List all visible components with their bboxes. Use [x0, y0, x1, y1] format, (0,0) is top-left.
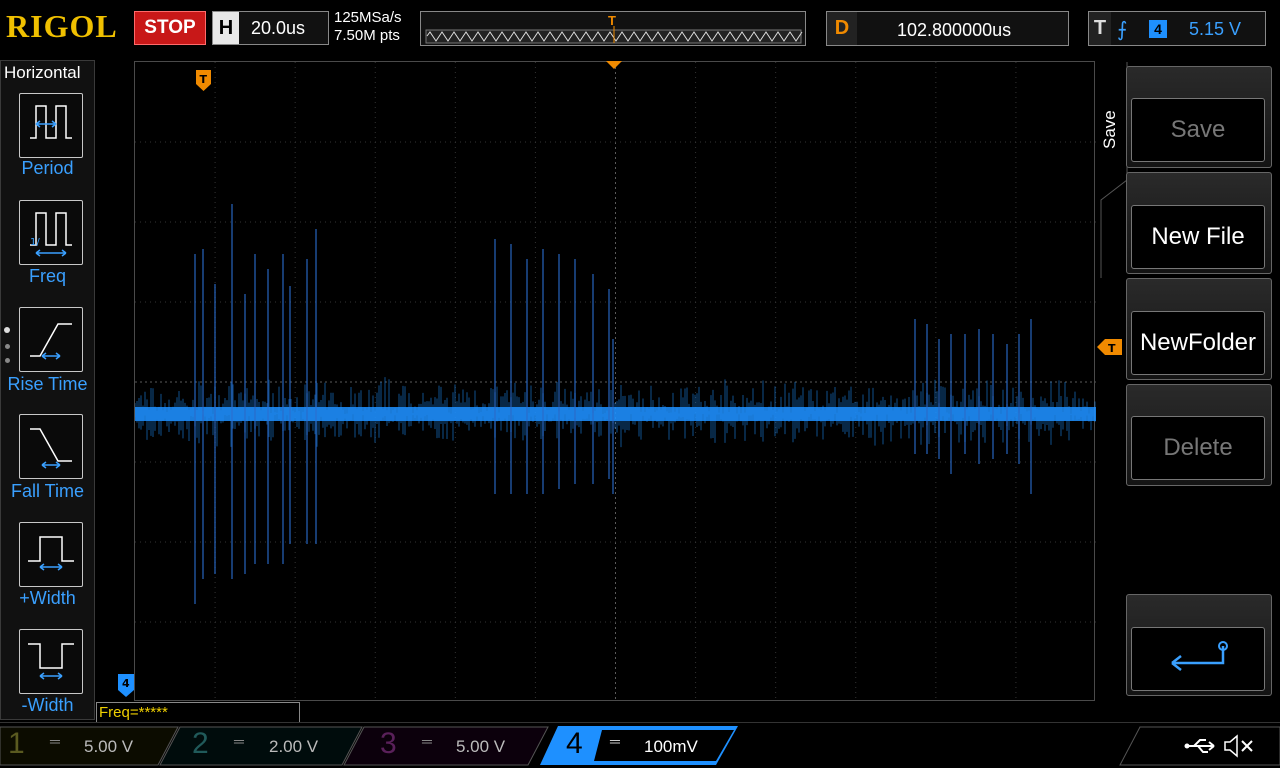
measure-rise-time-button[interactable]: [19, 307, 83, 372]
channel-4-coupling-icon: ═: [610, 733, 621, 749]
fall-time-icon: [30, 428, 72, 469]
delete-button[interactable]: Delete: [1131, 416, 1265, 480]
memory-overview-bar[interactable]: T: [420, 11, 806, 46]
svg-text:T: T: [1108, 342, 1116, 355]
channel-3-number: 3: [380, 727, 397, 760]
sample-rate: 125MSa/s: [334, 9, 402, 26]
channel-4-offset-marker[interactable]: 4: [118, 674, 135, 698]
measure-fall-time-label: Fall Time: [10, 481, 84, 501]
delay-key: D: [827, 12, 857, 45]
usb-icon: [1184, 739, 1215, 753]
channel-4-number: 4: [566, 727, 583, 760]
svg-text:4: 4: [122, 677, 130, 690]
measure-panel-title: Horizontal: [4, 63, 81, 82]
speaker-mute-icon[interactable]: [1222, 733, 1256, 759]
timebase-control[interactable]: H 20.0us: [212, 11, 329, 45]
trigger-position-marker: T: [196, 70, 211, 91]
measure-rise-time-label: Rise Time: [7, 374, 88, 394]
channel-2-number: 2: [192, 727, 209, 760]
waveform-grid: [134, 62, 1096, 702]
memory-depth: 7.50M pts: [334, 27, 400, 44]
measure-period-button[interactable]: [19, 93, 83, 158]
acquisition-info: 125MSa/s 7.50M pts: [334, 9, 402, 45]
pos-width-icon: [28, 536, 74, 571]
timebase-value: 20.0us: [251, 18, 306, 38]
rising-edge-icon: ⨍: [1117, 19, 1128, 41]
new-folder-button[interactable]: NewFolder: [1131, 311, 1265, 375]
new-file-button[interactable]: New File: [1131, 205, 1265, 269]
frequency-counter-readout: Freq=*****: [96, 702, 300, 723]
delay-value: 102.800000us: [897, 20, 1012, 40]
trigger-key: T: [1089, 12, 1111, 45]
channel-3-scale: 5.00 V: [456, 737, 506, 756]
page-indicator-dot: [5, 344, 10, 349]
channel-1-number: 1: [8, 727, 25, 760]
channel-3-tab[interactable]: 3 ═ 5.00 V: [364, 725, 534, 765]
freq-icon: 1/: [30, 212, 72, 257]
measure-neg-width-label: -Width: [21, 695, 74, 715]
delay-control[interactable]: D 102.800000us: [826, 11, 1069, 46]
enter-button[interactable]: [1131, 627, 1265, 691]
rigol-logo: RIGOL: [6, 8, 118, 44]
trigger-level-value: 5.15 V: [1189, 19, 1242, 39]
svg-text:T: T: [200, 73, 208, 86]
measure-period-label: Period: [21, 158, 74, 178]
measure-freq-button[interactable]: 1/: [19, 200, 83, 265]
enter-return-icon: [1171, 641, 1228, 671]
channel-2-tab[interactable]: 2 ═ 2.00 V: [180, 725, 350, 765]
page-indicator-dot: [4, 327, 10, 333]
trace-glitch-spikes: [194, 204, 1032, 604]
trigger-level-marker: T: [1097, 339, 1122, 355]
measure-freq-label: Freq: [28, 266, 66, 286]
measure-pos-width-label: +Width: [19, 588, 76, 608]
page-indicator-dot: [5, 358, 10, 363]
channel-3-coupling-icon: ═: [422, 733, 433, 749]
trigger-control[interactable]: T ⨍ 4 5.15 V: [1088, 11, 1266, 46]
channel-1-scale: 5.00 V: [84, 737, 134, 756]
channel-4-scale: 100mV: [644, 737, 698, 756]
channel-1-tab[interactable]: 1 ═ 5.00 V: [0, 725, 170, 765]
trigger-source-badge: 4: [1149, 20, 1167, 38]
overview-trigger-marker: T: [608, 13, 616, 28]
channel-2-coupling-icon: ═: [234, 733, 245, 749]
horizontal-center-marker: [606, 61, 622, 69]
channel-1-coupling-icon: ═: [50, 733, 61, 749]
measure-neg-width-button[interactable]: [19, 629, 83, 694]
timebase-key: H: [213, 12, 239, 44]
neg-width-icon: [28, 643, 74, 680]
waveform-display[interactable]: [134, 61, 1096, 702]
run-stop-button[interactable]: STOP: [134, 11, 206, 45]
svg-text:1/: 1/: [30, 237, 40, 248]
channel-2-scale: 2.00 V: [269, 737, 319, 756]
save-button[interactable]: Save: [1131, 98, 1265, 162]
measure-fall-time-button[interactable]: [19, 414, 83, 479]
measure-pos-width-button[interactable]: [19, 522, 83, 587]
rise-time-icon: [30, 323, 72, 360]
menu-title-frame: [1100, 62, 1128, 278]
period-icon: [30, 105, 72, 139]
channel-4-tab[interactable]: 4 ═ 100mV: [556, 725, 736, 765]
